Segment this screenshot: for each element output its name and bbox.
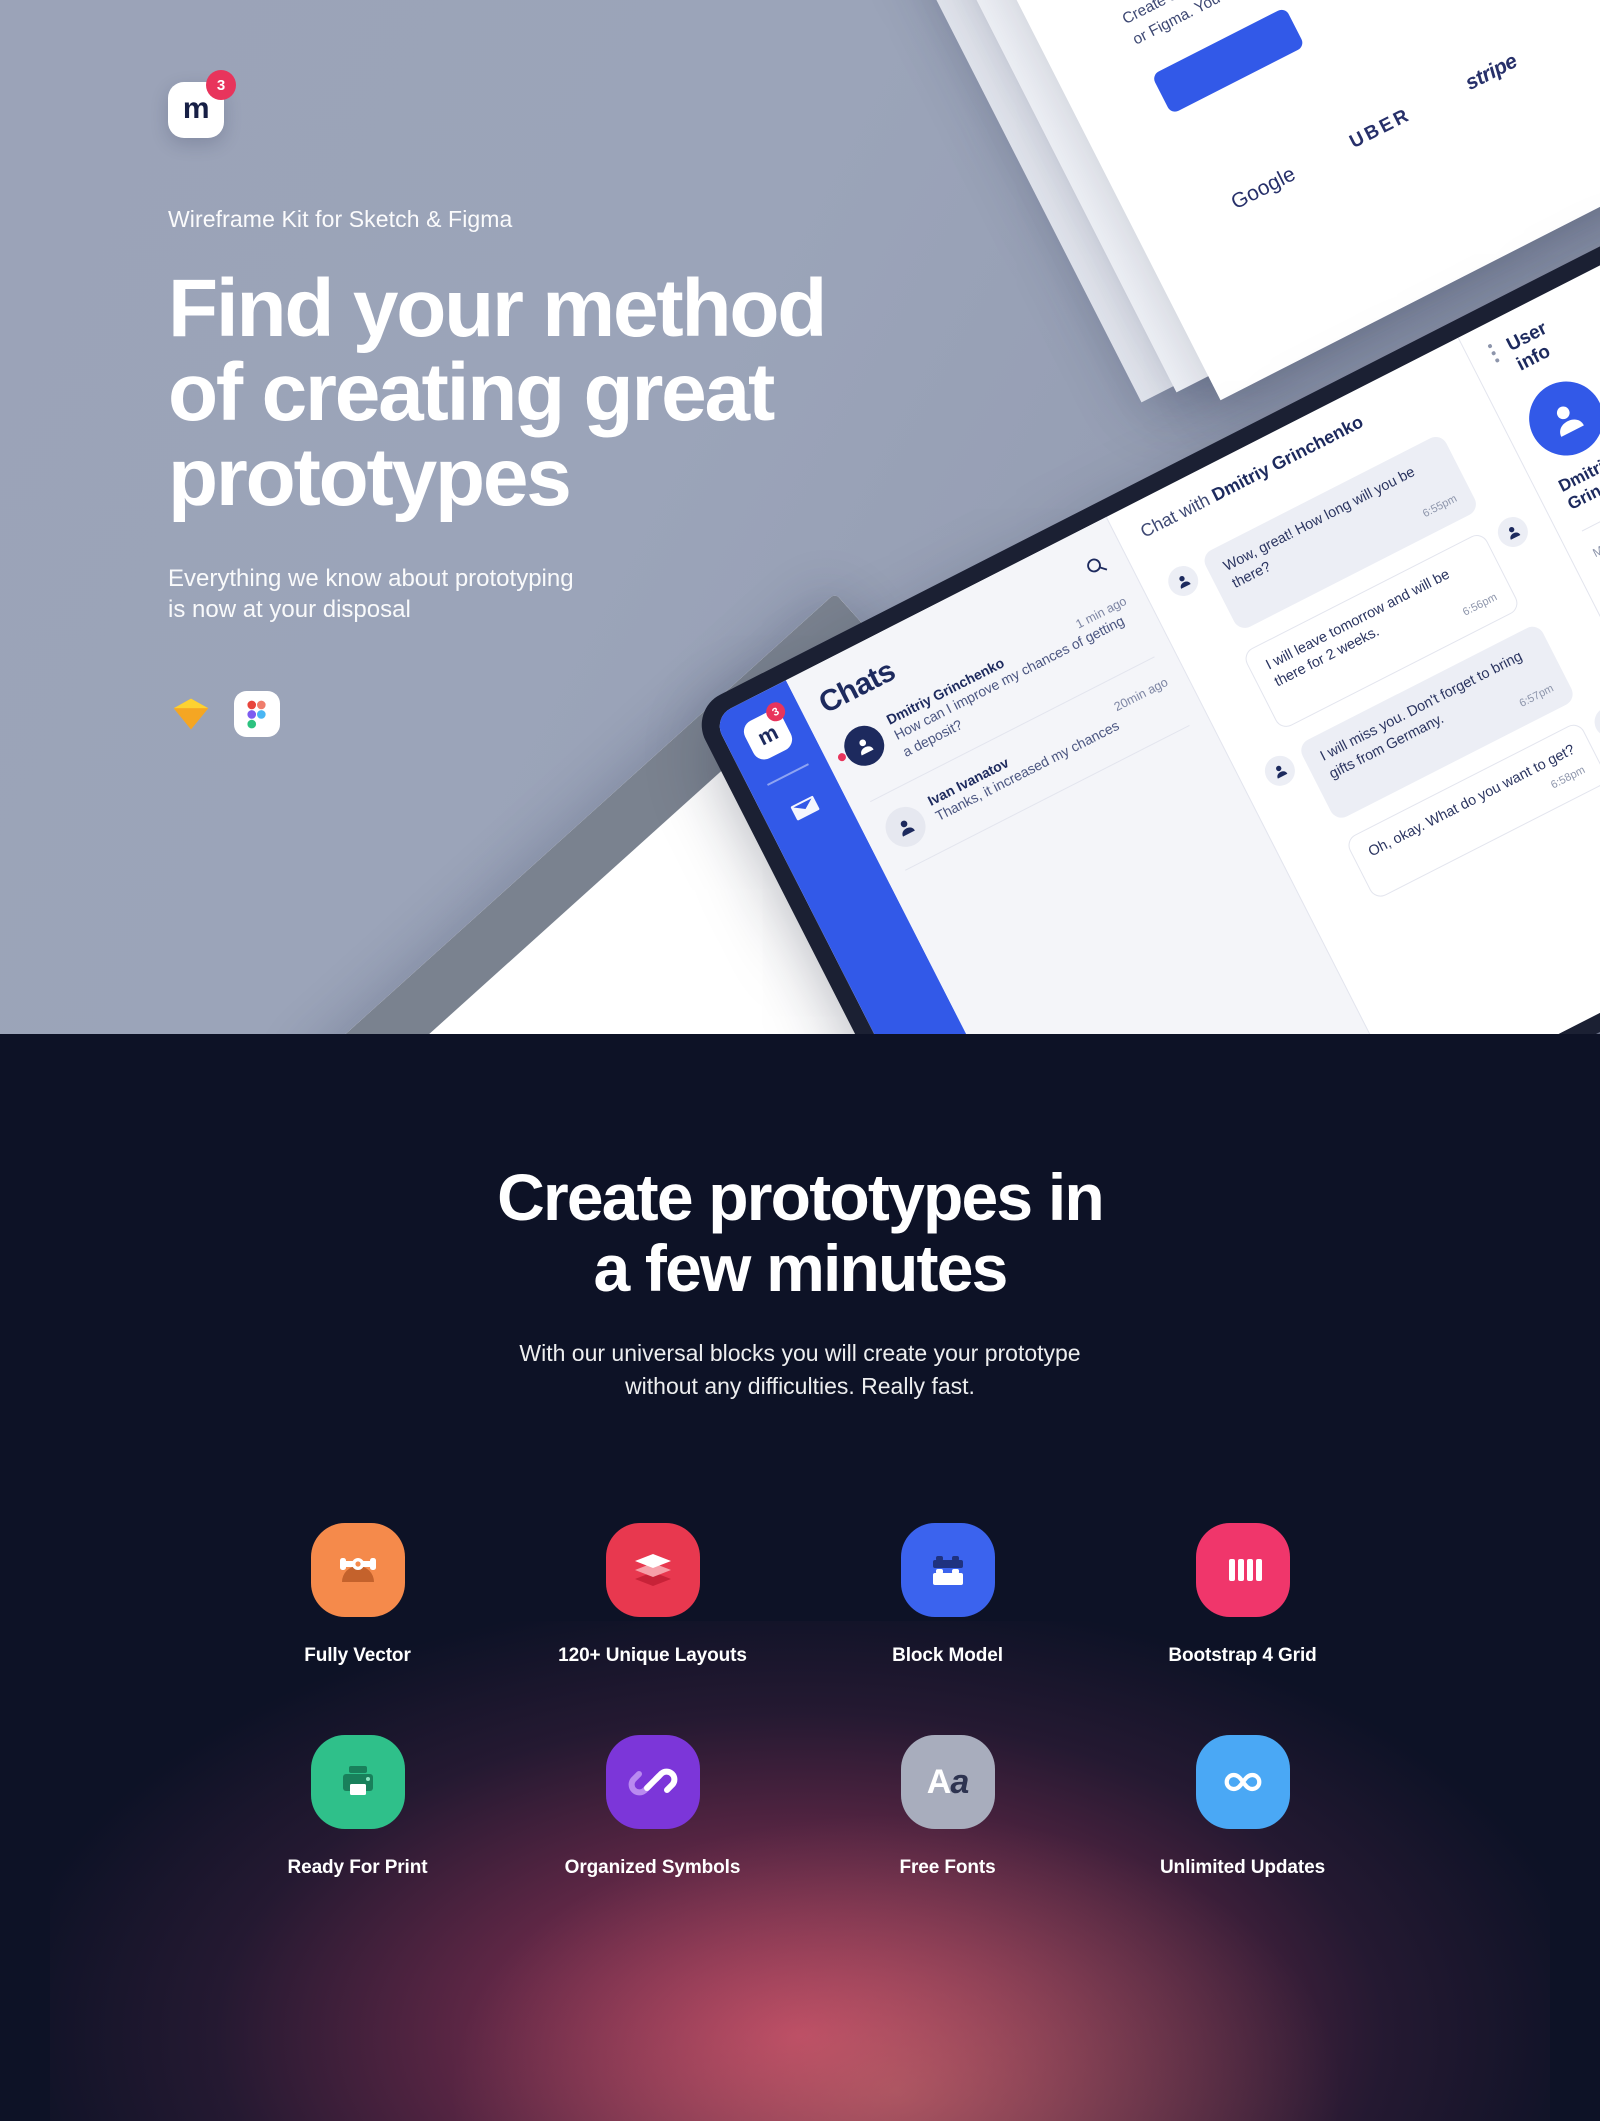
feature-item-bootstrap-grid[interactable]: Bootstrap 4 Grid: [1095, 1523, 1390, 1667]
mail-icon[interactable]: [785, 788, 825, 828]
hero-title-line-2: of creating great: [168, 347, 775, 439]
link-chain-icon: [628, 1769, 677, 1796]
search-icon[interactable]: [1081, 551, 1111, 581]
chat-header-prefix: Chat with: [1137, 487, 1218, 542]
feature-icon-tile: [1195, 1735, 1290, 1830]
features-title: Create prototypes in a few minutes: [0, 1162, 1600, 1303]
feature-icon-tile: [605, 1523, 700, 1618]
chat-item-time: 20min ago: [1111, 675, 1171, 715]
brand-logo-uber: UBER: [1346, 103, 1415, 153]
avatar: [1492, 511, 1533, 552]
features-subtitle-line-1: With our universal blocks you will creat…: [519, 1340, 1081, 1367]
avatar: [878, 799, 933, 854]
feature-label: Block Model: [892, 1645, 1003, 1667]
features-subtitle-line-2: without any difficulties. Really fast.: [625, 1373, 975, 1400]
feature-icon-tile: [900, 1523, 995, 1618]
feature-item-fully-vector[interactable]: Fully Vector: [210, 1523, 505, 1667]
feature-item-unlimited-updates[interactable]: Unlimited Updates: [1095, 1735, 1390, 1879]
rail-divider: [767, 763, 809, 786]
feature-item-unique-layouts[interactable]: 120+ Unique Layouts: [505, 1523, 800, 1667]
features-section: Create prototypes in a few minutes With …: [0, 1034, 1600, 2121]
sheet-body: Create screens directly in Method or add…: [1118, 0, 1522, 52]
lego-brick-icon: [932, 1556, 963, 1586]
feature-icon-tile: [310, 1735, 405, 1830]
layers-icon: [634, 1554, 671, 1587]
hero-section: All The In One Workflow Create screens d…: [0, 0, 1600, 1034]
figma-logo-icon[interactable]: [234, 691, 280, 738]
feature-icon-tile: [310, 1523, 405, 1618]
landing-page: All The In One Workflow Create screens d…: [0, 0, 1600, 2121]
avatar: [1259, 750, 1301, 792]
feature-label: Bootstrap 4 Grid: [1168, 1645, 1317, 1667]
brand-logo-google: Google: [1227, 161, 1300, 214]
hero-title-line-3: prototypes: [168, 431, 572, 523]
feature-label: Ready For Print: [287, 1857, 428, 1879]
typography-aa-icon: Aa: [926, 1762, 969, 1801]
avatar: [1163, 560, 1204, 602]
features-grid: Fully Vector 120+ Unique Layouts Block M…: [210, 1523, 1390, 1879]
user-avatar-large: [1516, 368, 1600, 468]
feature-item-block-model[interactable]: Block Model: [800, 1523, 1095, 1667]
features-title-line-2: a few minutes: [593, 1230, 1008, 1305]
hero-subtitle-line-1: Everything we know about prototyping: [168, 565, 574, 593]
brand-logo-letter: m: [182, 92, 210, 125]
feature-item-organized-symbols[interactable]: Organized Symbols: [505, 1735, 800, 1879]
sketch-logo-icon[interactable]: [168, 691, 214, 737]
more-options-icon[interactable]: [1487, 343, 1500, 364]
avatar: [1589, 701, 1600, 742]
person-icon: [1508, 526, 1521, 540]
hero-eyebrow: Wireframe Kit for Sketch & Figma: [168, 206, 513, 232]
person-icon: [1556, 406, 1584, 437]
hero-copy: m 3 Wireframe Kit for Sketch & Figma Fin…: [168, 70, 928, 738]
feature-label: Organized Symbols: [564, 1857, 741, 1879]
feature-label: Fully Vector: [304, 1645, 411, 1667]
person-icon: [1179, 575, 1191, 589]
tool-logo-row: [168, 691, 928, 738]
bezier-node-icon: [339, 1558, 376, 1583]
sheet-body-line-2: or Figma. You can even sync designs: [1129, 0, 1523, 52]
feature-icon-tile: Aa: [900, 1735, 995, 1830]
feature-label: Unlimited Updates: [1159, 1857, 1326, 1879]
infinity-icon: [1224, 1773, 1261, 1792]
feature-label: Free Fonts: [899, 1857, 996, 1879]
brand-logo[interactable]: m 3: [168, 70, 236, 138]
brand-logo-stripe: stripe: [1461, 49, 1521, 95]
feature-item-free-fonts[interactable]: Aa Free Fonts: [800, 1735, 1095, 1879]
feature-icon-tile: [1195, 1523, 1290, 1618]
features-title-line-1: Create prototypes in: [497, 1160, 1105, 1234]
user-info-title: User info: [1503, 318, 1560, 376]
hero-subtitle: Everything we know about prototyping is …: [168, 564, 928, 625]
features-subtitle: With our universal blocks you will creat…: [0, 1337, 1600, 1403]
feature-label: 120+ Unique Layouts: [558, 1645, 747, 1667]
hero-title-line-1: Find your method: [168, 263, 827, 354]
grid-columns-icon: [1228, 1559, 1262, 1582]
notification-badge: 3: [206, 70, 236, 100]
person-icon: [900, 820, 915, 837]
person-icon: [1276, 765, 1288, 779]
hero-subtitle-line-2: is now at your disposal: [168, 595, 411, 623]
printer-icon: [342, 1766, 373, 1796]
feature-icon-tile: [605, 1735, 700, 1830]
page-title: Find your method of creating great proto…: [168, 263, 928, 523]
feature-item-ready-for-print[interactable]: Ready For Print: [210, 1735, 505, 1879]
